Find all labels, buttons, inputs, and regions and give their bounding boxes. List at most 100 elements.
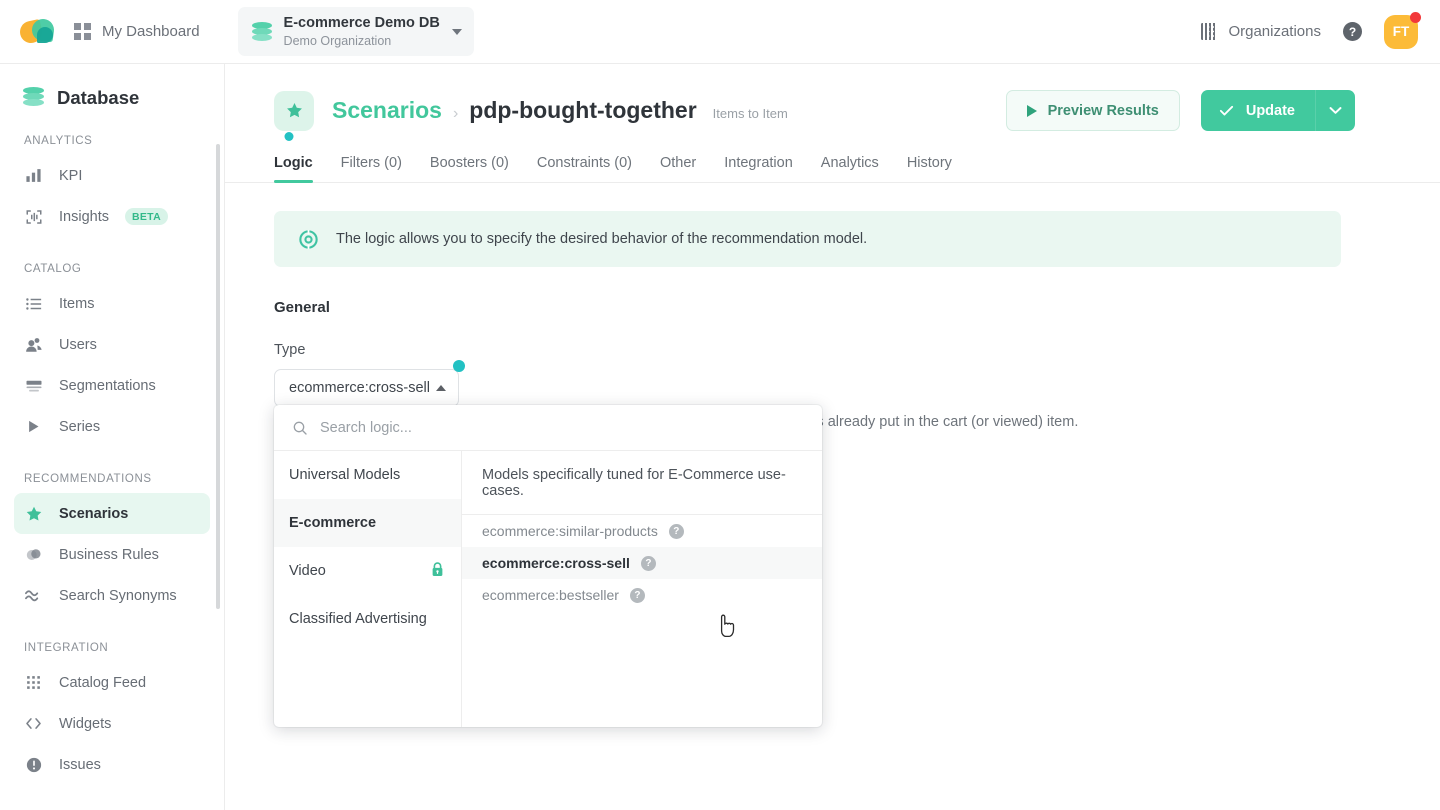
logic-category-label: E-commerce	[289, 515, 377, 531]
tab-label: Other	[659, 155, 697, 171]
sidebar-item-search-synonyms[interactable]: Search Synonyms	[14, 575, 210, 616]
app-logo[interactable]	[0, 17, 74, 45]
tab-other[interactable]: Other	[646, 155, 710, 182]
play-triangle-icon	[1026, 104, 1037, 117]
search-input[interactable]	[320, 419, 804, 436]
logic-option-label: ecommerce:bestseller	[482, 587, 619, 603]
organizations-link[interactable]: Organizations	[1201, 23, 1321, 40]
sidebar-item-segmentations[interactable]: Segmentations	[14, 365, 210, 406]
type-field-label: Type	[274, 342, 306, 358]
top-bar: My Dashboard E-commerce Demo DB Demo Org…	[0, 0, 1440, 64]
top-bar-right: Organizations ? FT	[1201, 11, 1440, 49]
sidebar-item-label: KPI	[59, 167, 83, 184]
sidebar-item-insights[interactable]: Insights BETA	[14, 196, 210, 237]
lifebuoy-icon	[299, 229, 318, 249]
sidebar-item-kpi[interactable]: KPI	[14, 155, 210, 196]
sidebar-group-label: INTEGRATION	[24, 642, 109, 654]
sidebar-item-label: Segmentations	[59, 377, 156, 394]
notification-dot	[1410, 11, 1421, 23]
logic-category-video[interactable]: Video	[274, 547, 461, 595]
logic-category-label: Classified Advertising	[289, 611, 427, 627]
logic-option-ecommerce-similar-products[interactable]: ecommerce:similar-products?	[462, 515, 822, 547]
tab-constraints-0[interactable]: Constraints (0)	[523, 155, 646, 182]
update-button[interactable]: Update	[1200, 90, 1315, 131]
sidebar-group: RECOMMENDATIONS Scenarios Business Rules Se…	[0, 473, 224, 616]
tab-label: Filters (0)	[340, 155, 402, 171]
tab-analytics[interactable]: Analytics	[807, 155, 893, 182]
logic-option-label: ecommerce:similar-products	[482, 523, 658, 539]
sidebar-item-widgets[interactable]: Widgets	[14, 703, 210, 744]
tab-boosters-0[interactable]: Boosters (0)	[416, 155, 523, 182]
database-icon	[23, 86, 44, 109]
chevron-up-icon	[436, 385, 446, 391]
logic-category-classified-advertising[interactable]: Classified Advertising	[274, 595, 461, 643]
sidebar-item-catalog-feed[interactable]: Catalog Feed	[14, 662, 210, 703]
sidebar-item-business-rules[interactable]: Business Rules	[14, 534, 210, 575]
tab-integration[interactable]: Integration	[710, 155, 807, 182]
sidebar-nav: ANALYTICS KPI Insights BETA CATALOG Items User…	[0, 135, 224, 785]
preview-results-button[interactable]: Preview Results	[1005, 90, 1180, 131]
sidebar-item-scenarios[interactable]: Scenarios	[14, 493, 210, 534]
tab-label: Constraints (0)	[536, 155, 632, 171]
organization-name: Demo Organization	[283, 33, 392, 48]
update-button-group: Update	[1200, 90, 1355, 131]
logo-teal-shape	[37, 26, 53, 43]
avatar[interactable]: FT	[1384, 11, 1421, 49]
sidebar-item-label: Users	[59, 336, 97, 353]
tab-modified-dot	[284, 132, 294, 141]
type-select[interactable]: ecommerce:cross-sell	[274, 369, 459, 407]
update-dropdown-button[interactable]	[1315, 90, 1355, 131]
segmentations-icon	[24, 376, 43, 395]
type-select-value: ecommerce:cross-sell	[289, 380, 430, 396]
sidebar-item-issues[interactable]: Issues	[14, 744, 210, 785]
category-description: Models specifically tuned for E-Commerce…	[462, 451, 822, 515]
chevron-down-icon	[451, 28, 462, 35]
logic-option-ecommerce-bestseller[interactable]: ecommerce:bestseller?	[462, 579, 822, 611]
page-header: Scenarios › pdp-bought-together Items to…	[225, 64, 1440, 131]
help-icon[interactable]: ?	[629, 587, 645, 603]
star-icon	[286, 103, 302, 118]
logic-option-ecommerce-cross-sell[interactable]: ecommerce:cross-sell?	[462, 547, 822, 579]
sidebar-title-label: Database	[57, 86, 140, 108]
logic-category-list: Universal Models E-commerce Video Classifie…	[274, 451, 462, 727]
sidebar-item-series[interactable]: Series	[14, 406, 210, 447]
mouse-cursor-pointer-icon	[720, 614, 735, 638]
bar-chart-icon	[24, 166, 43, 185]
logic-option-panel: Models specifically tuned for E-Commerce…	[462, 451, 822, 727]
logic-category-e-commerce[interactable]: E-commerce	[274, 499, 461, 547]
tab-label: Analytics	[820, 155, 879, 171]
sidebar-item-label: Search Synonyms	[59, 587, 177, 604]
sidebar-scrollbar[interactable]	[216, 144, 220, 609]
help-icon[interactable]: ?	[1343, 22, 1362, 41]
lock-icon	[430, 561, 445, 582]
play-triangle-icon	[24, 417, 43, 436]
logic-search-row	[274, 405, 822, 451]
my-dashboard-link[interactable]: My Dashboard	[74, 23, 200, 40]
tab-label: Integration	[724, 155, 793, 171]
logic-category-universal-models[interactable]: Universal Models	[274, 451, 461, 499]
tab-logic[interactable]: Logic	[274, 132, 327, 183]
sidebar-item-items[interactable]: Items	[14, 283, 210, 324]
sidebar-item-users[interactable]: Users	[14, 324, 210, 365]
tab-history[interactable]: History	[893, 155, 966, 182]
tab-filters-0[interactable]: Filters (0)	[327, 155, 416, 182]
tab-label: History	[906, 155, 952, 171]
logic-option-label: ecommerce:cross-sell	[482, 555, 630, 571]
help-icon[interactable]: ?	[668, 523, 684, 539]
database-switcher[interactable]: E-commerce Demo DB Demo Organization	[237, 7, 474, 56]
page-subtitle: Items to Item	[712, 106, 788, 121]
sidebar-group: INTEGRATION Catalog Feed Widgets Issues	[0, 642, 224, 785]
database-icon	[251, 21, 272, 43]
breadcrumb-separator: ›	[452, 105, 459, 122]
tab-label: Logic	[274, 155, 313, 171]
section-title-general: General	[274, 299, 330, 316]
breadcrumb-parent[interactable]: Scenarios	[332, 97, 442, 124]
exclamation-circle-icon	[24, 755, 43, 774]
breadcrumb: Scenarios › pdp-bought-together Items to…	[332, 97, 788, 124]
help-icon[interactable]: ?	[640, 555, 656, 571]
info-banner: The logic allows you to specify the desi…	[274, 211, 1341, 267]
organizations-label: Organizations	[1228, 23, 1321, 40]
sidebar-item-label: Business Rules	[59, 546, 159, 563]
page-title: pdp-bought-together	[469, 97, 697, 123]
sidebar-group-label: ANALYTICS	[24, 135, 93, 147]
